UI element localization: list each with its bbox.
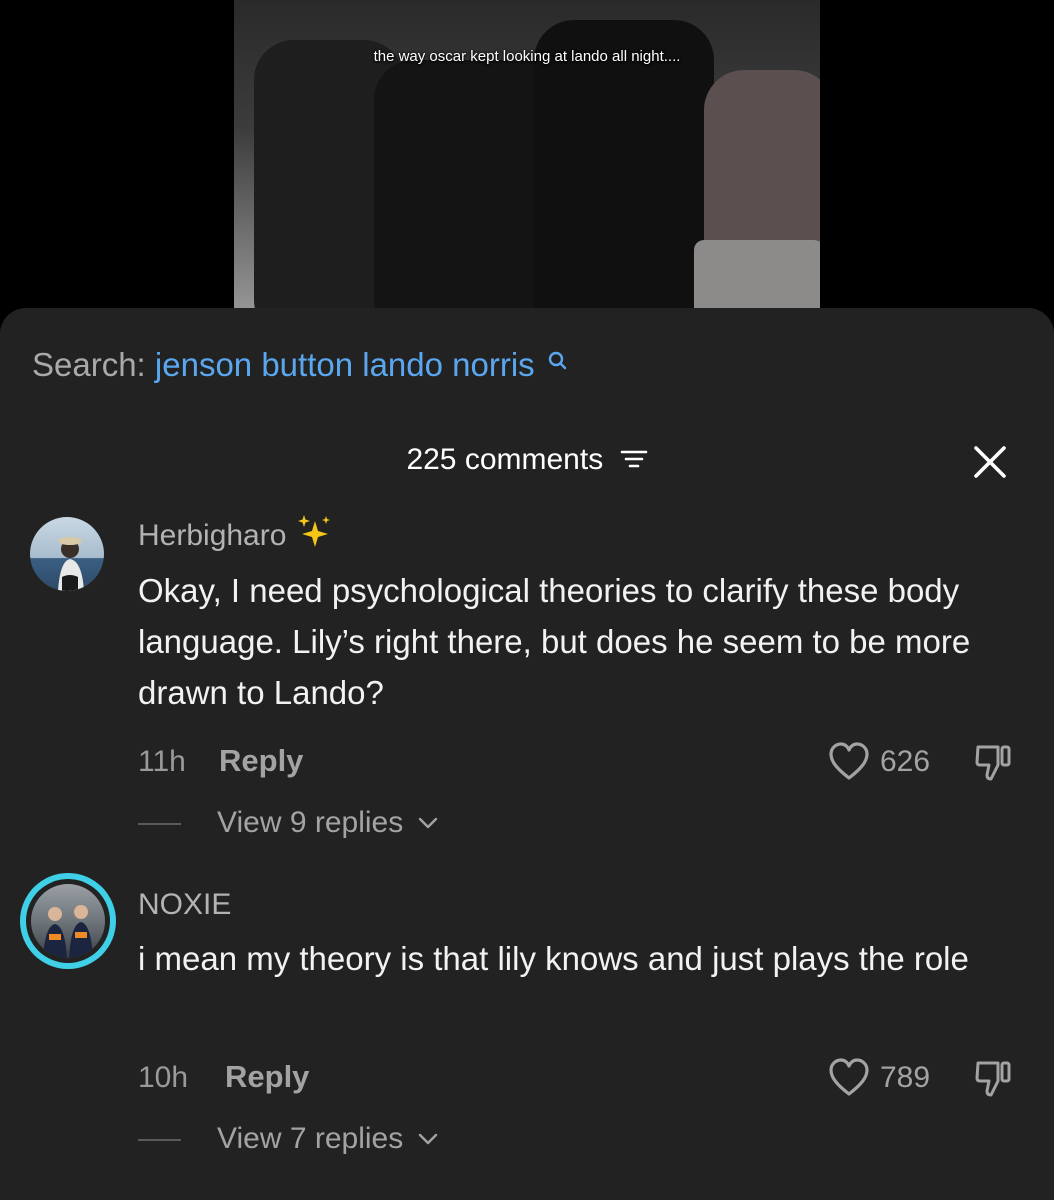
avatar[interactable] [30, 517, 104, 591]
heart-icon[interactable] [828, 1058, 870, 1098]
thumbs-down-icon[interactable] [974, 1057, 1016, 1099]
comments-header[interactable]: 225 comments [0, 443, 1054, 477]
like-count: 789 [880, 1061, 931, 1094]
avatar-photo [43, 905, 93, 958]
view-replies-button[interactable]: View 9 replies [217, 806, 440, 840]
comment-text: Okay, I need psychological theories to c… [138, 572, 971, 711]
avatar-photo [58, 537, 84, 591]
search-suggestion[interactable]: Search: jenson button lando norris [32, 346, 570, 384]
avatar[interactable] [20, 873, 116, 969]
replies-divider [138, 823, 181, 825]
video-figure [534, 20, 714, 320]
reply-button[interactable]: Reply [225, 1059, 309, 1095]
close-icon[interactable] [972, 444, 1008, 480]
comment-author[interactable]: Herbigharo [138, 515, 333, 553]
username: Herbigharo [138, 519, 287, 552]
comments-count: 225 comments [406, 443, 604, 476]
sparkles-icon [297, 515, 330, 547]
search-query-link[interactable]: jenson button lando norris [155, 346, 535, 383]
video-caption: the way oscar kept looking at lando all … [373, 48, 681, 65]
view-replies-label: View 9 replies [217, 806, 404, 839]
like-count: 626 [880, 745, 931, 778]
thumbs-down-icon[interactable] [974, 741, 1016, 783]
comment-timestamp: 10h [138, 1061, 189, 1094]
comment-timestamp: 11h [138, 745, 186, 778]
heart-icon[interactable] [828, 742, 870, 782]
reply-button[interactable]: Reply [219, 743, 303, 779]
replies-divider [138, 1139, 181, 1141]
comment-text: i mean my theory is that lily knows and … [138, 940, 969, 977]
filter-icon[interactable] [620, 447, 648, 471]
view-replies-label: View 7 replies [217, 1122, 404, 1155]
view-replies-button[interactable]: View 7 replies [217, 1122, 440, 1156]
video-player[interactable]: the way oscar kept looking at lando all … [234, 0, 820, 320]
chevron-down-icon [418, 1133, 437, 1145]
chevron-down-icon [418, 817, 437, 829]
comment-author[interactable]: NOXIE [138, 888, 231, 922]
search-icon [548, 351, 567, 370]
search-label: Search: [32, 346, 146, 383]
